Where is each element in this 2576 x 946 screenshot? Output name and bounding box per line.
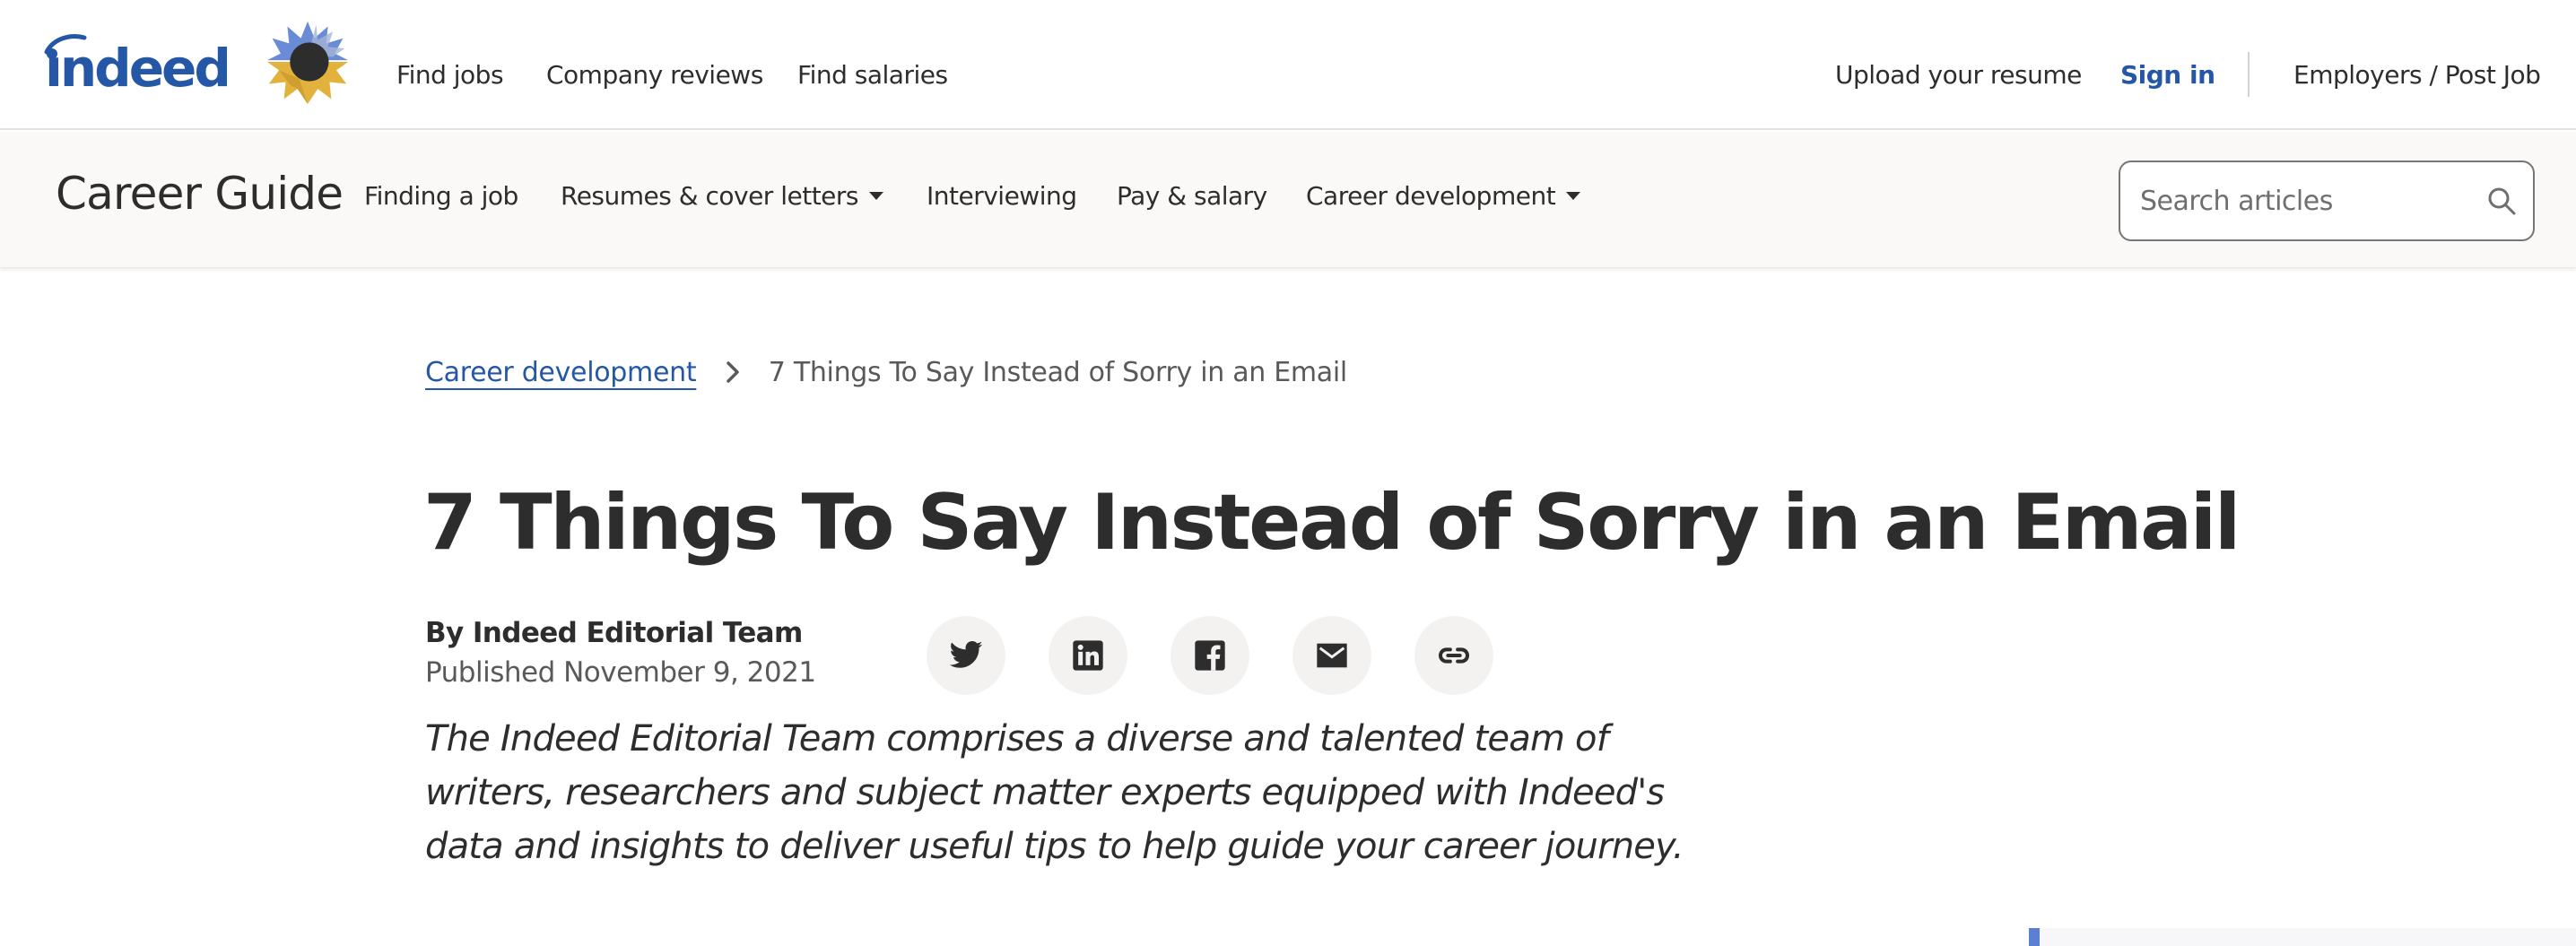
linkedin-icon <box>1073 640 1103 671</box>
global-header: ındeed Find jobs Company reviews Find sa… <box>0 0 2576 130</box>
twitter-icon <box>949 641 983 668</box>
header-divider <box>2248 52 2250 97</box>
share-facebook-button[interactable] <box>1171 616 1249 695</box>
share-twitter-button[interactable] <box>927 616 1005 695</box>
employers-post-job-link[interactable]: Employers / Post Job <box>2293 57 2541 93</box>
author-bio: The Indeed Editorial Team comprises a di… <box>425 718 1684 867</box>
subnav-label: Finding a job <box>364 181 518 211</box>
subnav-label: Pay & salary <box>1117 181 1267 211</box>
article-title: 7 Things To Say Instead of Sorry in an E… <box>423 478 2241 568</box>
subnav-finding-a-job[interactable]: Finding a job <box>364 178 518 214</box>
published-date: Published November 9, 2021 <box>425 656 816 689</box>
subnav-label: Resumes & cover letters <box>561 181 859 211</box>
career-guide-title[interactable]: Career Guide <box>56 164 344 223</box>
career-guide-header: Career Guide Finding a job Resumes & cov… <box>0 132 2576 268</box>
email-icon <box>1317 643 1347 668</box>
sunflower-icon <box>266 21 349 104</box>
breadcrumb: Career development 7 Things To Say Inste… <box>425 353 1347 398</box>
subnav-pay-salary[interactable]: Pay & salary <box>1117 178 1267 214</box>
nav-find-salaries[interactable]: Find salaries <box>797 57 948 93</box>
byline: By Indeed Editorial Team Published Novem… <box>425 613 816 692</box>
author-name: By Indeed Editorial Team <box>425 617 803 649</box>
search-icon[interactable] <box>2486 186 2517 216</box>
subnav-interviewing[interactable]: Interviewing <box>927 178 1077 214</box>
breadcrumb-current: 7 Things To Say Instead of Sorry in an E… <box>768 357 1347 388</box>
sign-in-link[interactable]: Sign in <box>2120 57 2215 93</box>
nav-company-reviews[interactable]: Company reviews <box>546 57 763 93</box>
chevron-right-icon <box>726 360 739 383</box>
sidebar-card-accent <box>2029 928 2040 946</box>
caret-down-icon <box>1566 191 1581 200</box>
indeed-logo[interactable]: ındeed <box>41 32 233 90</box>
caret-down-icon <box>869 191 884 200</box>
upload-resume-link[interactable]: Upload your resume <box>1835 57 2082 93</box>
sidebar-card <box>2029 928 2576 946</box>
copy-link-button[interactable] <box>1414 616 1493 695</box>
subnav-resumes-cover-letters[interactable]: Resumes & cover letters <box>561 178 884 214</box>
svg-text:ındeed: ındeed <box>45 38 229 90</box>
search-articles-input[interactable] <box>2140 162 2481 239</box>
subnav-career-development[interactable]: Career development <box>1306 178 1581 214</box>
search-articles-box <box>2119 161 2535 241</box>
link-icon <box>1439 647 1469 664</box>
nav-find-jobs[interactable]: Find jobs <box>396 57 504 93</box>
facebook-icon <box>1195 640 1225 671</box>
breadcrumb-career-development[interactable]: Career development <box>425 357 697 388</box>
subnav-label: Interviewing <box>927 181 1077 211</box>
share-email-button[interactable] <box>1292 616 1371 695</box>
share-linkedin-button[interactable] <box>1049 616 1127 695</box>
subnav-label: Career development <box>1306 181 1556 211</box>
